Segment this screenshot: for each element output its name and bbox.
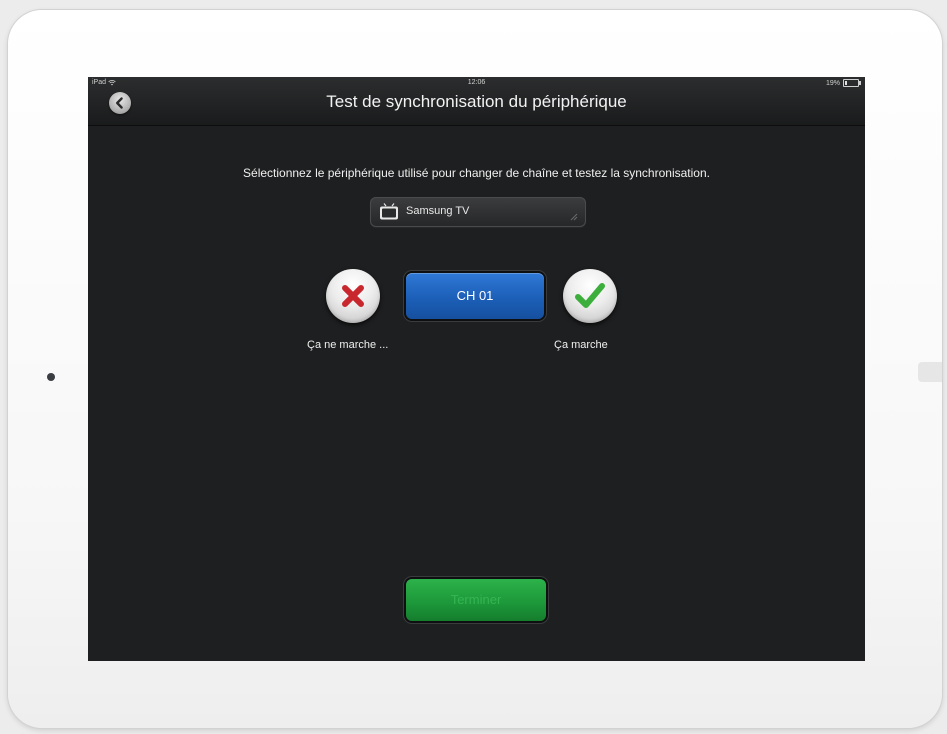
page-title: Test de synchronisation du périphérique bbox=[326, 92, 627, 111]
battery-icon bbox=[843, 79, 861, 87]
resize-grip-icon bbox=[570, 213, 578, 221]
front-camera bbox=[47, 373, 55, 381]
battery-percent: 19% bbox=[825, 79, 840, 87]
status-time: 12:06 bbox=[467, 79, 486, 86]
select-value: Samsung TV bbox=[406, 205, 470, 217]
finish-button[interactable]: Terminer bbox=[406, 579, 546, 621]
status-bar-right: 19% bbox=[825, 79, 861, 87]
instruction-text: Sélectionnez le périphérique utilisé pou… bbox=[243, 166, 710, 180]
working-button[interactable] bbox=[563, 269, 617, 323]
cross-icon bbox=[342, 285, 364, 307]
home-button[interactable] bbox=[918, 362, 942, 382]
not-working-button[interactable] bbox=[326, 269, 380, 323]
device-select[interactable]: Samsung TV bbox=[370, 197, 586, 227]
navigation-bar: iPad 12:06 19% Test de synchronisation d… bbox=[88, 77, 865, 126]
check-icon bbox=[575, 283, 605, 308]
channel-test-button[interactable]: CH 01 bbox=[406, 273, 544, 319]
tv-icon bbox=[380, 203, 398, 220]
app-screen: iPad 12:06 19% Test de synchronisation d… bbox=[88, 77, 865, 661]
screenshot-frame: iPad 12:06 19% Test de synchronisation d… bbox=[0, 0, 947, 734]
working-label: Ça marche bbox=[554, 339, 608, 351]
not-working-label: Ça ne marche ... bbox=[307, 339, 389, 351]
